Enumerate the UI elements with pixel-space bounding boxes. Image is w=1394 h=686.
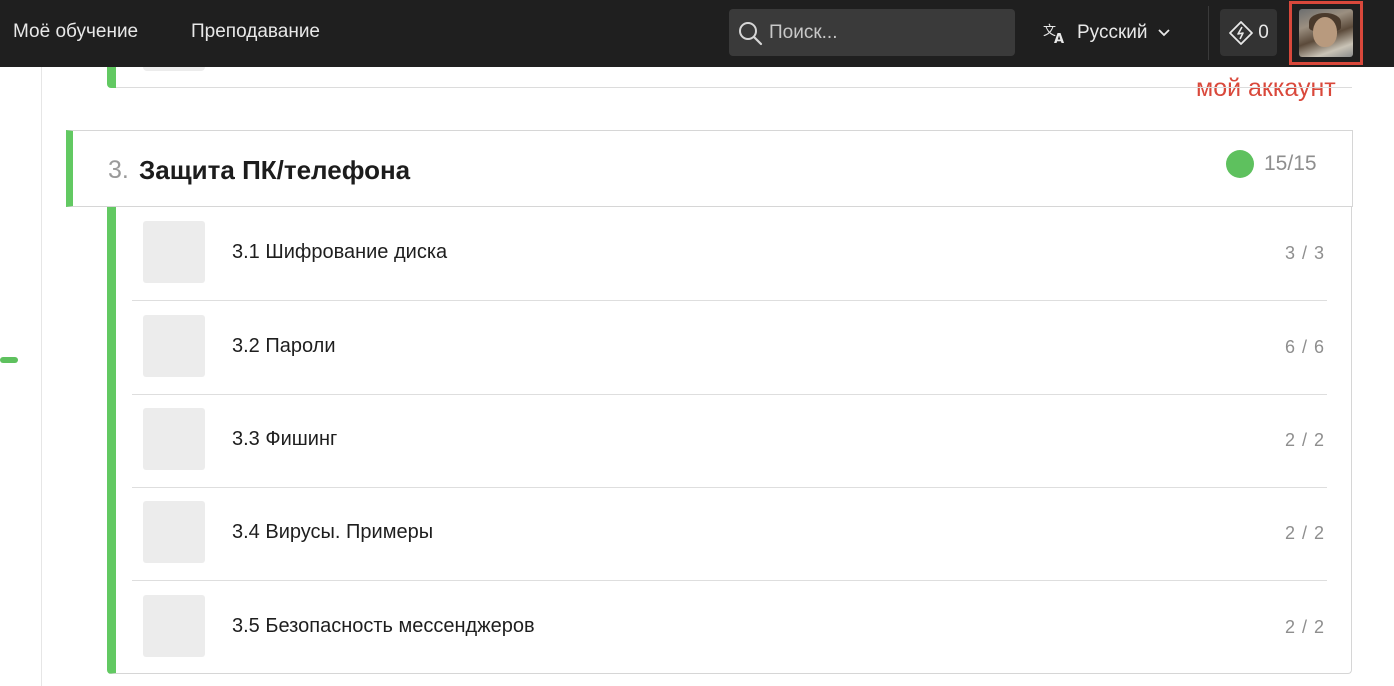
lesson-thumbnail	[143, 315, 205, 377]
previous-lesson-thumb	[143, 67, 205, 71]
section-header[interactable]: 3. Защита ПК/телефона 15/15	[66, 130, 1353, 207]
lesson-title: 3.3 Фишинг	[232, 428, 338, 450]
account-annotation: мой аккаунт	[1196, 74, 1336, 102]
top-navbar: Моё обучение Преподавание 文 A Русский 0	[0, 0, 1394, 67]
lesson-score: 2 / 2	[1284, 523, 1325, 543]
nav-teaching[interactable]: Преподавание	[191, 21, 320, 43]
avatar	[1299, 9, 1353, 57]
energy-icon	[1229, 20, 1254, 45]
section-number: 3.	[108, 156, 129, 184]
navbar-divider	[1208, 6, 1209, 60]
lesson-item[interactable]: 3.4 Вирусы. Примеры 2 / 2	[132, 487, 1335, 581]
account-button[interactable]	[1289, 1, 1363, 65]
search-input[interactable]	[769, 21, 989, 44]
lesson-score: 2 / 2	[1284, 617, 1325, 637]
section-title: Защита ПК/телефона	[139, 155, 411, 185]
energy-button[interactable]: 0	[1220, 9, 1277, 56]
left-sidebar	[0, 67, 42, 686]
previous-section-bar	[107, 67, 116, 88]
progress-marker	[0, 357, 18, 363]
lesson-title: 3.1 Шифрование диска	[232, 241, 448, 263]
section-score: 15/15	[1264, 152, 1317, 175]
lesson-item[interactable]: 3.1 Шифрование диска 3 / 3	[132, 207, 1335, 301]
lesson-title: 3.5 Безопасность мессенджеров	[232, 615, 535, 637]
language-selector[interactable]: 文 A Русский	[1043, 18, 1170, 48]
lesson-thumbnail	[143, 595, 205, 657]
translate-icon: 文 A	[1043, 24, 1064, 44]
language-label: Русский	[1077, 22, 1148, 43]
lesson-item[interactable]: 3.3 Фишинг 2 / 2	[132, 394, 1335, 488]
chevron-down-icon	[1157, 29, 1170, 37]
section-status-dot	[1226, 150, 1254, 178]
lesson-title: 3.2 Пароли	[232, 335, 336, 357]
lesson-score: 3 / 3	[1284, 243, 1325, 263]
lesson-score: 2 / 2	[1284, 430, 1325, 450]
search-icon	[739, 21, 763, 45]
svg-text:A: A	[1054, 32, 1064, 44]
previous-section-divider	[116, 87, 1352, 88]
search-box[interactable]	[729, 9, 1015, 56]
lesson-thumbnail	[143, 221, 205, 283]
lesson-thumbnail	[143, 501, 205, 563]
nav-my-learning[interactable]: Моё обучение	[13, 21, 138, 43]
energy-count: 0	[1258, 21, 1269, 43]
lesson-score: 6 / 6	[1284, 337, 1325, 357]
lesson-list: 3.1 Шифрование диска 3 / 3 3.2 Пароли 6 …	[107, 207, 1352, 674]
lesson-title: 3.4 Вирусы. Примеры	[232, 521, 434, 543]
lesson-thumbnail	[143, 408, 205, 470]
lesson-item[interactable]: 3.2 Пароли 6 / 6	[132, 301, 1335, 395]
lesson-item[interactable]: 3.5 Безопасность мессенджеров 2 / 2	[132, 581, 1335, 675]
